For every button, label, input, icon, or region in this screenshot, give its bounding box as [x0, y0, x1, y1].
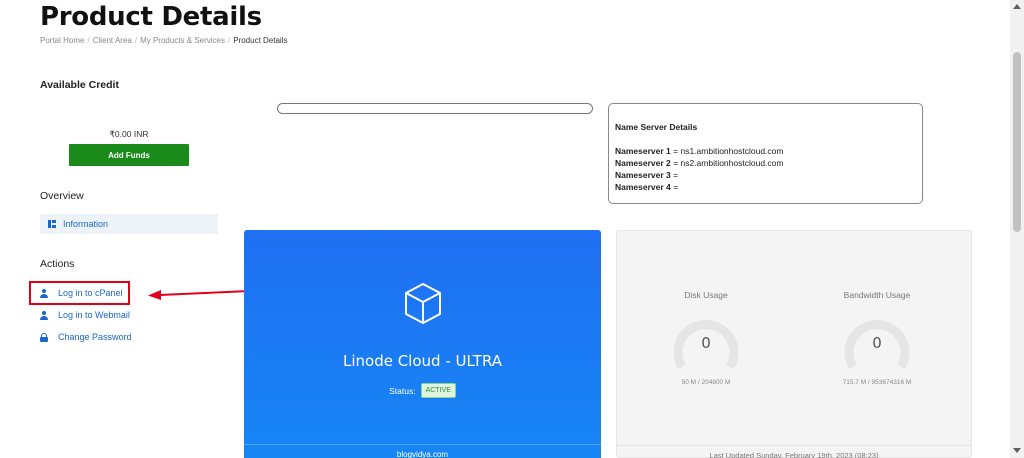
- info-grid-icon: [48, 220, 56, 228]
- disk-usage: Disk Usage 0 50 M / 204800 M: [617, 231, 795, 431]
- disk-usage-label: Disk Usage: [684, 290, 728, 300]
- nameserver-row: Nameserver 1 = ns1.ambitionhostcloud.com: [615, 146, 784, 156]
- nameserver-row: Nameserver 2 = ns2.ambitionhostcloud.com: [615, 158, 784, 168]
- usage-panel: Disk Usage 0 50 M / 204800 M Bandwidth U…: [616, 230, 972, 458]
- scroll-thumb[interactable]: [1013, 52, 1021, 232]
- page-scrollbar[interactable]: [1010, 0, 1024, 458]
- breadcrumb-portal-home[interactable]: Portal Home: [40, 36, 84, 45]
- breadcrumb-separator: /: [134, 36, 138, 45]
- bandwidth-usage-detail: 715.7 M / 953674316 M: [842, 379, 912, 386]
- credit-amount: ₹0.00 INR: [109, 129, 149, 139]
- available-credit-heading: Available Credit: [40, 79, 119, 91]
- last-updated: Last Updated Sunday, February 19th, 2023…: [617, 445, 971, 458]
- breadcrumb-current: Product Details: [233, 36, 288, 45]
- disk-usage-value: 0: [701, 334, 711, 352]
- status-label: Status:: [389, 385, 416, 396]
- product-footer: blogvidya.com: [244, 444, 601, 458]
- action-label: Change Password: [58, 332, 132, 342]
- status-badge: ACTIVE: [420, 383, 456, 398]
- action-label: Log in to Webmail: [58, 310, 130, 320]
- nameserver-panel: Name Server Details Nameserver 1 = ns1.a…: [608, 103, 923, 204]
- breadcrumb-separator: /: [87, 36, 90, 45]
- cube-icon: [405, 283, 441, 324]
- bandwidth-usage: Bandwidth Usage 0 715.7 M / 953674316 M: [788, 231, 966, 431]
- disk-usage-detail: 50 M / 204800 M: [681, 379, 731, 386]
- scroll-up-icon[interactable]: [1013, 4, 1021, 9]
- breadcrumb-my-products[interactable]: My Products & Services: [140, 36, 225, 45]
- product-panel: Linode Cloud - ULTRA Status: ACTIVE blog…: [244, 230, 601, 458]
- page-title: Product Details: [40, 2, 262, 32]
- bandwidth-usage-label: Bandwidth Usage: [843, 290, 911, 300]
- overview-heading: Overview: [40, 190, 84, 202]
- sidebar-item-label: Information: [63, 219, 109, 229]
- breadcrumb-separator: /: [228, 36, 231, 45]
- nameserver-title: Name Server Details: [615, 122, 698, 132]
- sidebar-item-information[interactable]: Information: [40, 214, 218, 234]
- add-funds-button[interactable]: Add Funds: [69, 144, 189, 166]
- nameserver-row: Nameserver 4 =: [615, 182, 679, 192]
- action-label: Log in to cPanel: [58, 288, 123, 298]
- actions-heading: Actions: [40, 258, 75, 270]
- breadcrumb: Portal Home / Client Area / My Products …: [40, 36, 287, 45]
- empty-progress-bar: [277, 103, 593, 114]
- bandwidth-usage-value: 0: [872, 334, 882, 352]
- user-icon: [40, 288, 48, 298]
- action-change-password[interactable]: Change Password: [40, 332, 132, 342]
- scroll-down-icon[interactable]: [1013, 448, 1021, 453]
- breadcrumb-client-area[interactable]: Client Area: [93, 36, 132, 45]
- product-name: Linode Cloud - ULTRA: [342, 352, 503, 370]
- lock-icon: [40, 332, 48, 342]
- nameserver-row: Nameserver 3 =: [615, 170, 679, 180]
- action-login-webmail[interactable]: Log in to Webmail: [40, 310, 130, 320]
- action-login-cpanel[interactable]: Log in to cPanel: [40, 288, 123, 298]
- status-row: Status: ACTIVE: [244, 383, 601, 398]
- user-icon: [40, 310, 48, 320]
